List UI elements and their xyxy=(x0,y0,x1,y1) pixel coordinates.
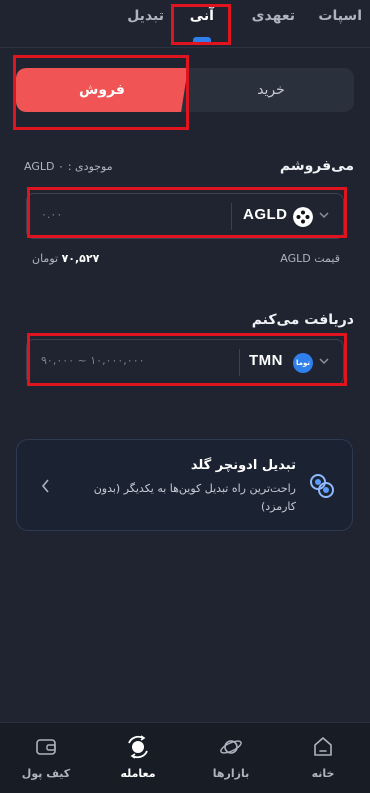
field-separator xyxy=(239,349,240,376)
sell-coin-ticker[interactable]: AGLD xyxy=(243,206,288,223)
receive-amount-field[interactable]: ۹۰,۰۰۰ ~ ۱۰,۰۰۰,۰۰۰ TMN توما xyxy=(26,339,344,385)
balance-value: AGLD ۰ xyxy=(24,160,64,173)
field-separator xyxy=(231,203,232,230)
receive-coin-ticker[interactable]: TMN xyxy=(249,352,283,369)
top-tabs: اسپات تعهدی آنی تبدیل xyxy=(0,0,370,52)
nav-trade[interactable]: معامله xyxy=(103,735,173,780)
convert-icon xyxy=(310,474,334,498)
toman-coin-icon: توما xyxy=(293,353,313,373)
chevron-down-icon[interactable] xyxy=(317,208,331,222)
nav-markets-label: بازارها xyxy=(212,767,250,780)
tab-margin[interactable]: تعهدی xyxy=(252,8,295,24)
nav-home-label: خانه xyxy=(311,767,335,780)
price-value-wrap: ۷۰,۵۲۷ تومان xyxy=(32,252,99,265)
home-icon xyxy=(314,737,332,756)
sell-amount-input[interactable]: ۰.۰۰ xyxy=(41,208,62,221)
banner-title: تبدیل ادونچر گلد xyxy=(190,458,296,473)
nav-wallet-label: کیف پول xyxy=(21,767,71,780)
price-unit: تومان xyxy=(32,252,59,265)
tab-convert[interactable]: تبدیل xyxy=(127,8,164,24)
app-root: اسپات تعهدی آنی تبدیل فروش خرید می‌فروشم… xyxy=(0,0,370,793)
sell-button[interactable]: فروش xyxy=(16,68,188,112)
sell-amount-field[interactable]: ۰.۰۰ AGLD xyxy=(26,193,344,239)
nav-markets[interactable]: بازارها xyxy=(196,735,266,780)
chevron-down-icon[interactable] xyxy=(317,354,331,368)
planet-icon xyxy=(220,740,242,754)
bottom-nav: خانه بازارها معامله کیف پول xyxy=(0,722,370,793)
agld-coin-icon xyxy=(293,207,313,227)
wallet-icon xyxy=(36,739,56,755)
sell-section-title: می‌فروشم xyxy=(279,158,354,174)
banner-description: راحت‌ترین راه تبدیل کوین‌ها به یکدیگر (ب… xyxy=(93,482,296,513)
receive-amount-input[interactable]: ۹۰,۰۰۰ ~ ۱۰,۰۰۰,۰۰۰ xyxy=(41,354,145,367)
tabs-divider xyxy=(0,47,370,48)
tab-spot[interactable]: اسپات xyxy=(318,8,362,24)
receive-section-title: دریافت می‌کنم xyxy=(251,312,354,328)
price-value: ۷۰,۵۲۷ xyxy=(61,252,100,265)
price-label: قیمت AGLD xyxy=(280,252,340,265)
nav-home[interactable]: خانه xyxy=(288,735,358,780)
balance: موجودی : AGLD ۰ xyxy=(24,160,113,173)
tab-instant[interactable]: آنی xyxy=(190,8,214,24)
nav-wallet[interactable]: کیف پول xyxy=(11,735,81,780)
convert-banner[interactable]: تبدیل ادونچر گلد راحت‌ترین راه تبدیل کوی… xyxy=(16,439,353,531)
nav-trade-label: معامله xyxy=(120,767,156,780)
chevron-left-icon xyxy=(41,479,49,493)
active-tab-indicator xyxy=(193,37,211,42)
buy-sell-switch: فروش خرید xyxy=(16,68,354,112)
trade-icon xyxy=(128,735,148,759)
buy-button[interactable]: خرید xyxy=(188,68,354,112)
balance-label: موجودی : xyxy=(67,160,113,173)
